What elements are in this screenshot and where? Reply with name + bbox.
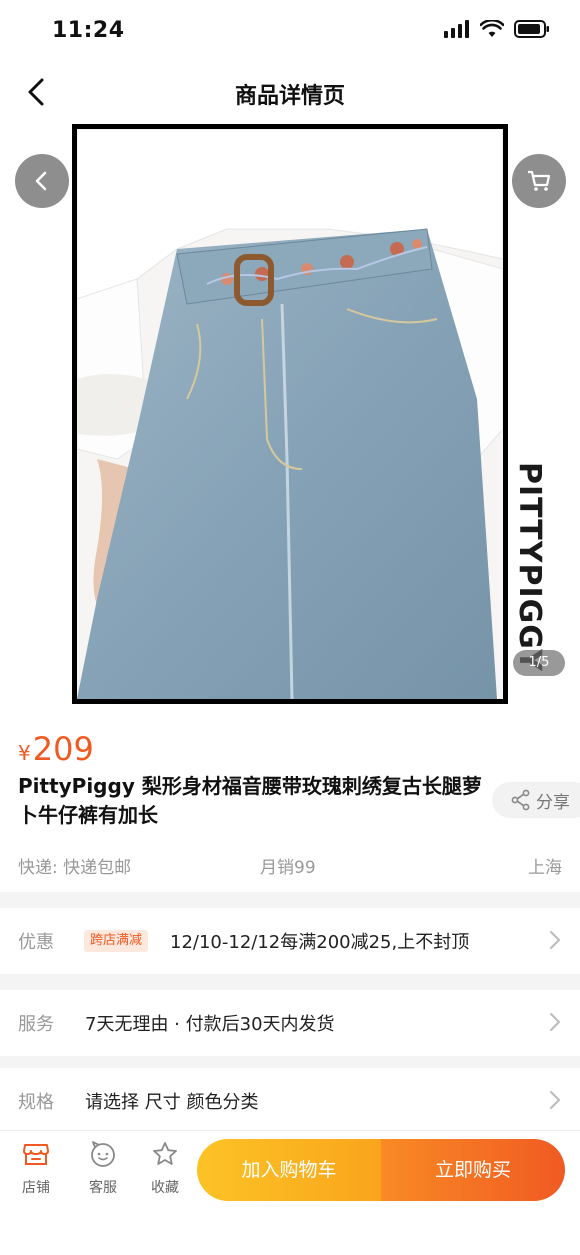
chevron-right-icon <box>550 1013 560 1031</box>
service-row[interactable]: 服务 7天无理由 · 付款后30天内发货 <box>0 990 580 1056</box>
promo-row[interactable]: 优惠 跨店满减 12/10-12/12每满200减25,上不封顶 <box>0 908 580 974</box>
chevron-left-icon <box>35 171 47 191</box>
page-title: 商品详情页 <box>234 84 345 109</box>
promo-label: 优惠 <box>18 932 54 953</box>
spec-text: 请选择 尺寸 颜色分类 <box>85 1092 259 1113</box>
share-button[interactable]: 分享 <box>492 782 580 818</box>
shopping-cart-icon <box>528 170 551 191</box>
brand-watermark: PITTYPIGGY <box>512 462 547 672</box>
customer-service-button[interactable]: 客服 <box>78 1141 128 1197</box>
service-text: 7天无理由 · 付款后30天内发货 <box>85 1014 335 1035</box>
store-icon <box>23 1144 49 1165</box>
price: ¥209 <box>18 730 94 768</box>
ship-location: 上海 <box>528 858 562 878</box>
favorite-button[interactable]: 收藏 <box>140 1141 190 1197</box>
product-image <box>77 129 503 699</box>
price-value: 209 <box>32 730 94 768</box>
prev-image-button[interactable] <box>15 154 69 208</box>
chevron-right-icon <box>550 1091 560 1109</box>
chevron-right-icon <box>550 931 560 949</box>
promo-tag: 跨店满减 <box>84 930 149 952</box>
nav-bar: 商品详情页 <box>0 62 580 122</box>
share-label: 分享 <box>536 792 570 813</box>
share-icon <box>511 789 530 811</box>
section-divider <box>0 974 580 990</box>
star-icon <box>153 1142 177 1165</box>
spec-row[interactable]: 规格 请选择 尺寸 颜色分类 <box>0 1068 580 1134</box>
add-to-cart-button[interactable]: 加入购物车 <box>197 1139 381 1201</box>
shipping-info: 快递: 快递包邮 <box>18 858 132 878</box>
status-bar: 11:24 <box>0 0 580 62</box>
signal-icon <box>444 20 469 38</box>
image-page-indicator: 1/5 <box>513 650 565 676</box>
purchase-buttons: 加入购物车 立即购买 <box>197 1139 565 1201</box>
service-label: 服务 <box>18 1014 54 1035</box>
customer-service-label: 客服 <box>89 1180 117 1196</box>
store-button[interactable]: 店铺 <box>11 1141 61 1197</box>
product-photo[interactable] <box>72 124 508 704</box>
buy-now-button[interactable]: 立即购买 <box>381 1139 565 1201</box>
cart-button[interactable] <box>512 154 566 208</box>
section-divider <box>0 892 580 908</box>
price-currency: ¥ <box>18 741 31 765</box>
spec-label: 规格 <box>18 1092 54 1113</box>
status-icons <box>444 20 550 38</box>
customer-service-icon <box>91 1141 115 1167</box>
wifi-icon <box>480 20 504 37</box>
product-meta: 快递: 快递包邮 月销99 上海 <box>0 850 580 880</box>
store-label: 店铺 <box>22 1180 50 1196</box>
battery-icon <box>514 20 549 38</box>
promo-text: 12/10-12/12每满200减25,上不封顶 <box>170 932 470 953</box>
status-time: 11:24 <box>52 18 125 43</box>
favorite-label: 收藏 <box>151 1180 179 1196</box>
product-title: PittyPiggy 梨形身材福音腰带玫瑰刺绣复古长腿萝卜牛仔裤有加长 <box>18 774 482 827</box>
monthly-sales: 月销99 <box>260 858 316 878</box>
image-gallery[interactable]: PITTYPIGGY 1/5 <box>0 122 580 704</box>
bottom-action-bar: 店铺 客服 收藏 加入购物车 立即购买 <box>0 1130 580 1255</box>
